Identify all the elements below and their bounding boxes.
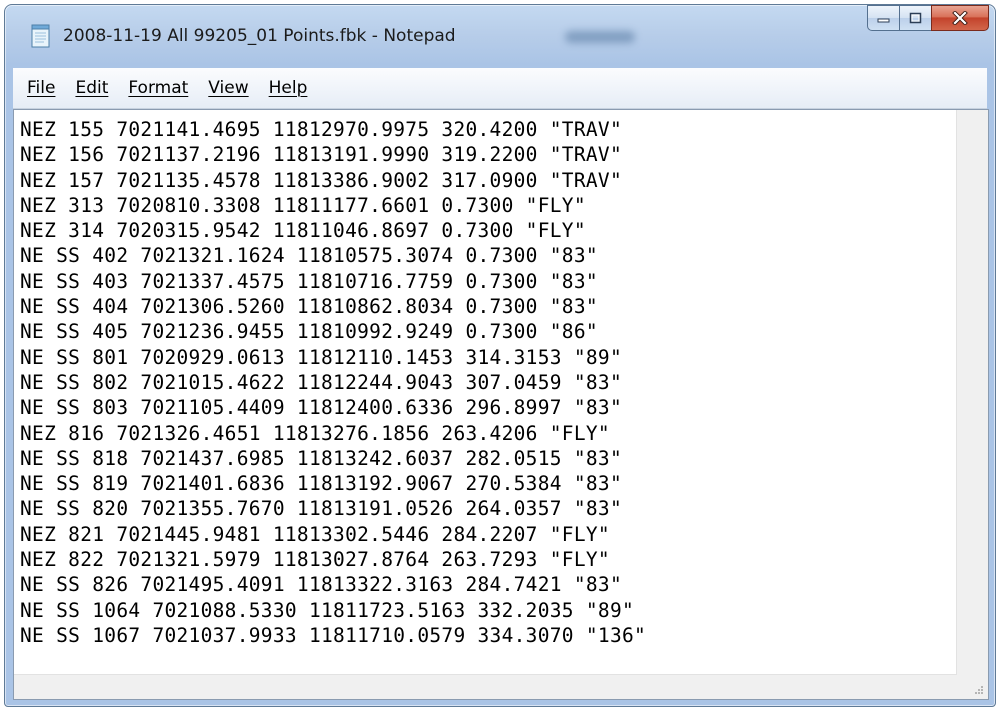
text-editor[interactable]: NEZ 155 7021141.4695 11812970.9975 320.4… [13,109,989,700]
text-content[interactable]: NEZ 155 7021141.4695 11812970.9975 320.4… [20,117,955,672]
menu-edit[interactable]: Edit [75,76,108,100]
horizontal-scrollbar[interactable] [14,674,957,699]
text-line: NE SS 1064 7021088.5330 11811723.5163 33… [20,598,635,622]
text-line: NE SS 818 7021437.6985 11813242.6037 282… [20,446,622,470]
text-line: NE SS 402 7021321.1624 11810575.3074 0.7… [20,244,598,268]
text-line: NEZ 822 7021321.5979 11813027.8764 263.7… [20,548,610,572]
text-line: NE SS 405 7021236.9455 11810992.9249 0.7… [20,320,598,344]
menu-format[interactable]: Format [128,76,188,100]
window-title: 2008-11-19 All 99205_01 Points.fbk - Not… [63,26,456,46]
text-line: NE SS 404 7021306.5260 11810862.8034 0.7… [20,295,598,319]
text-line: NEZ 816 7021326.4651 11813276.1856 263.4… [20,421,610,445]
menu-bar: File Edit Format View Help [13,68,987,109]
text-line: NEZ 313 7020810.3308 11811177.6601 0.730… [20,193,586,217]
vertical-scrollbar[interactable] [956,110,988,675]
text-line: NE SS 801 7020929.0613 11812110.1453 314… [20,345,622,369]
text-line: NE SS 403 7021337.4575 11810716.7759 0.7… [20,269,598,293]
notepad-icon [31,24,50,48]
close-button[interactable] [931,5,989,31]
text-line: NEZ 157 7021135.4578 11813386.9002 317.0… [20,168,622,192]
text-line: NEZ 156 7021137.2196 11813191.9990 319.2… [20,143,622,167]
text-line: NE SS 803 7021105.4409 11812400.6336 296… [20,396,622,420]
title-blur [565,31,635,43]
caption-buttons [867,5,989,35]
text-line: NE SS 819 7021401.6836 11813192.9067 270… [20,472,622,496]
menu-file[interactable]: File [27,76,55,100]
title-bar[interactable]: 2008-11-19 All 99205_01 Points.fbk - Not… [5,5,995,59]
close-icon [952,11,968,25]
text-line: NEZ 821 7021445.9481 11813302.5446 284.2… [20,522,610,546]
text-line: NEZ 314 7020315.9542 11811046.8697 0.730… [20,219,586,243]
text-line: NE SS 826 7021495.4091 11813322.3163 284… [20,573,622,597]
text-line: NE SS 802 7021015.4622 11812244.9043 307… [20,370,622,394]
text-line: NEZ 155 7021141.4695 11812970.9975 320.4… [20,118,622,141]
size-grip-icon[interactable] [972,683,984,695]
minimize-button[interactable] [867,5,899,31]
menu-view[interactable]: View [208,76,248,100]
notepad-window: 2008-11-19 All 99205_01 Points.fbk - Not… [4,4,996,707]
maximize-icon [909,12,921,24]
text-line: NE SS 1067 7021037.9933 11811710.0579 33… [20,623,647,647]
menu-help[interactable]: Help [269,76,308,100]
scrollbar-corner [956,675,988,699]
minimize-icon [877,18,889,23]
text-line: NE SS 820 7021355.7670 11813191.0526 264… [20,497,622,521]
maximize-button[interactable] [899,5,931,31]
